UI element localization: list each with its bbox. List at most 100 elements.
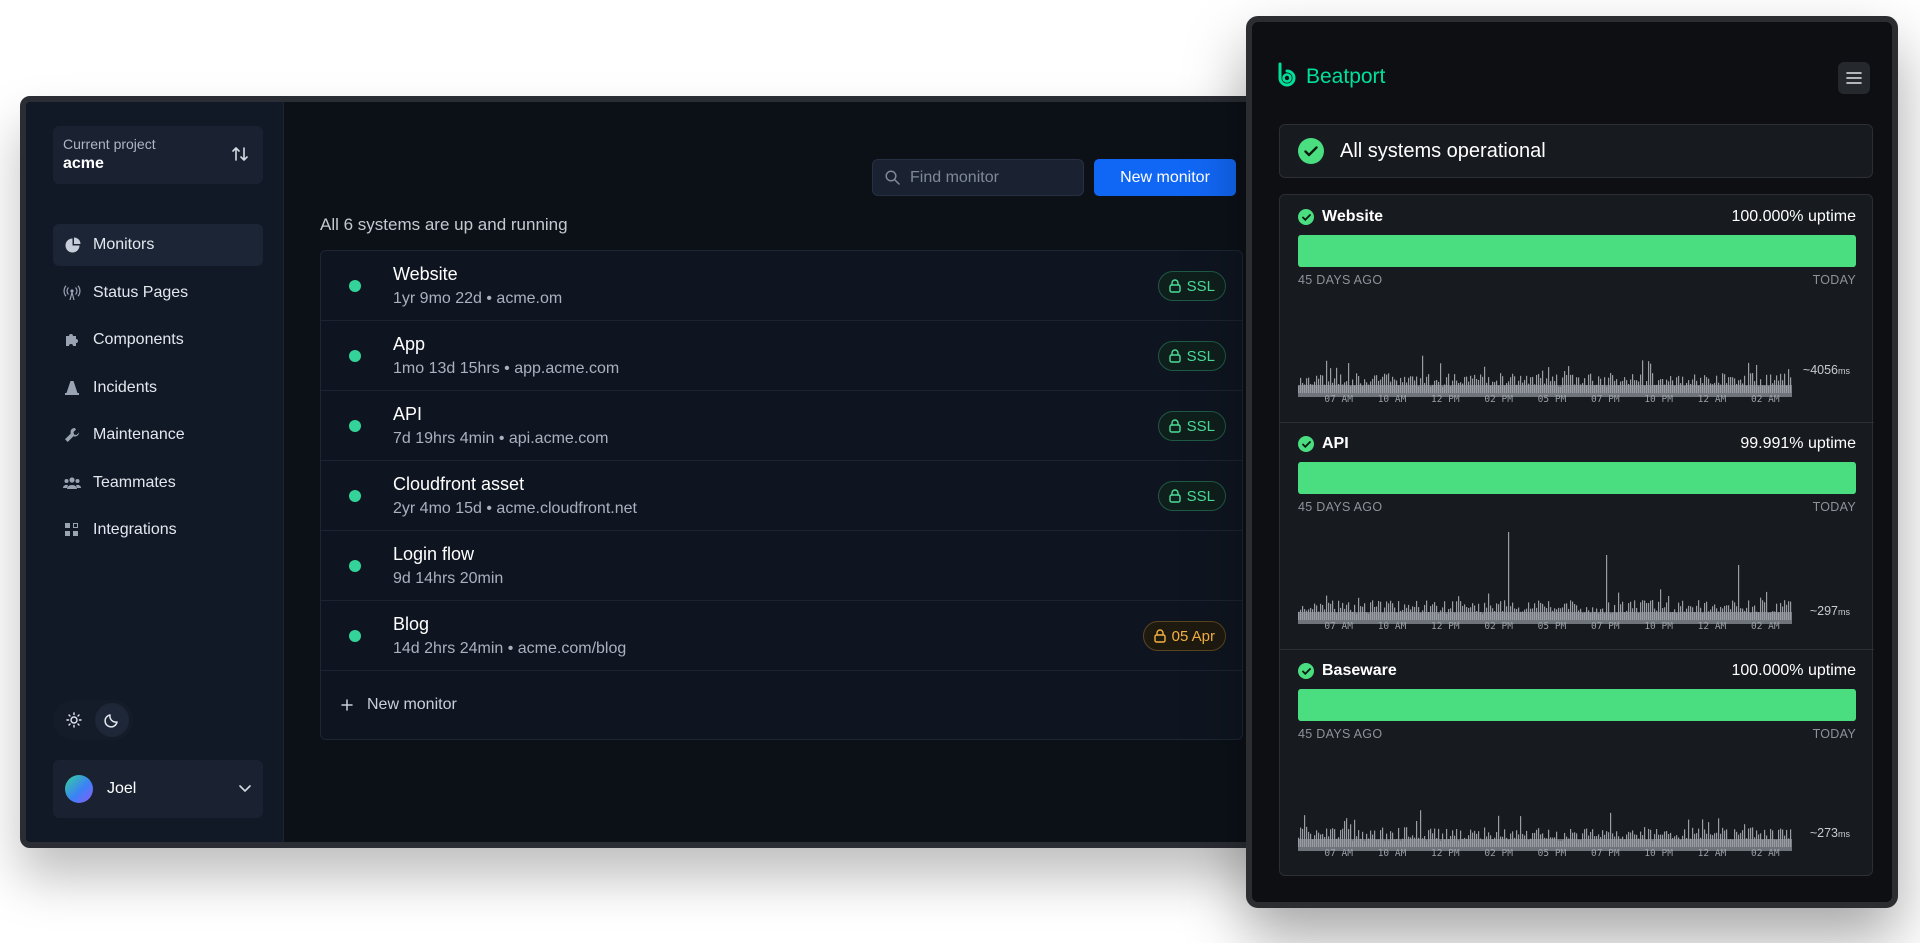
brand-logo[interactable]: Beatport [1276, 62, 1385, 92]
new-monitor-button[interactable]: New monitor [1094, 159, 1236, 196]
monitor-row-blog[interactable]: Blog 14d 2hrs 24min • acme.com/blog 05 A… [321, 601, 1242, 671]
uptime-day-bar[interactable] [1348, 689, 1360, 721]
monitor-row-login-flow[interactable]: Login flow 9d 14hrs 20min [321, 531, 1242, 601]
uptime-day-bar[interactable] [1410, 235, 1422, 267]
uptime-day-bar[interactable] [1348, 235, 1360, 267]
uptime-day-bar[interactable] [1670, 235, 1682, 267]
uptime-day-bar[interactable] [1621, 235, 1632, 267]
uptime-day-bar[interactable] [1683, 462, 1694, 494]
uptime-day-bar[interactable] [1683, 689, 1694, 721]
uptime-day-bar[interactable] [1336, 689, 1347, 721]
uptime-day-bar[interactable] [1745, 235, 1756, 267]
uptime-day-bar[interactable] [1398, 235, 1409, 267]
uptime-day-bar[interactable] [1695, 235, 1707, 267]
uptime-day-bar[interactable] [1720, 235, 1732, 267]
monitor-row-api[interactable]: API 7d 19hrs 4min • api.acme.com SSL [321, 391, 1242, 461]
uptime-day-bar[interactable] [1608, 689, 1620, 721]
uptime-day-bar[interactable] [1385, 689, 1397, 721]
uptime-day-bar[interactable] [1695, 689, 1707, 721]
uptime-day-bar[interactable] [1360, 689, 1372, 721]
hamburger-menu-button[interactable] [1838, 62, 1870, 94]
uptime-day-bar[interactable] [1385, 462, 1397, 494]
uptime-day-bar[interactable] [1832, 689, 1843, 721]
sidebar-item-teammates[interactable]: Teammates [53, 462, 263, 504]
uptime-day-bar[interactable] [1621, 689, 1632, 721]
uptime-day-bar[interactable] [1410, 689, 1422, 721]
sidebar-item-integrations[interactable]: Integrations [53, 509, 263, 551]
uptime-day-bar[interactable] [1745, 689, 1756, 721]
uptime-day-bar[interactable] [1708, 235, 1719, 267]
uptime-day-bar[interactable] [1832, 462, 1843, 494]
uptime-day-bar[interactable] [1559, 235, 1570, 267]
uptime-day-bar[interactable] [1447, 689, 1459, 721]
uptime-day-bar[interactable] [1646, 235, 1657, 267]
monitor-row-cloudfront-asset[interactable]: Cloudfront asset 2yr 4mo 15d • acme.clou… [321, 461, 1242, 531]
uptime-day-bar[interactable] [1546, 235, 1558, 267]
uptime-day-bar[interactable] [1658, 235, 1670, 267]
uptime-day-bar[interactable] [1608, 235, 1620, 267]
search-input[interactable] [910, 168, 1070, 187]
uptime-day-bar[interactable] [1819, 462, 1831, 494]
uptime-day-bar[interactable] [1460, 689, 1471, 721]
uptime-day-bar[interactable] [1484, 689, 1496, 721]
uptime-day-bar[interactable] [1298, 235, 1310, 267]
uptime-day-bar[interactable] [1546, 689, 1558, 721]
uptime-day-bar[interactable] [1708, 689, 1719, 721]
uptime-day-bar[interactable] [1608, 462, 1620, 494]
uptime-day-bar[interactable] [1509, 235, 1521, 267]
uptime-day-bar[interactable] [1757, 689, 1769, 721]
uptime-day-bar[interactable] [1534, 235, 1546, 267]
uptime-day-bar[interactable] [1646, 462, 1657, 494]
uptime-day-bar[interactable] [1794, 462, 1806, 494]
uptime-day-bar[interactable] [1360, 462, 1372, 494]
uptime-day-bar[interactable] [1522, 235, 1533, 267]
uptime-day-bar[interactable] [1398, 689, 1409, 721]
uptime-day-bar[interactable] [1646, 689, 1657, 721]
uptime-day-bar[interactable] [1336, 462, 1347, 494]
uptime-day-bar[interactable] [1844, 689, 1856, 721]
uptime-day-bar[interactable] [1311, 235, 1322, 267]
uptime-day-bar[interactable] [1323, 462, 1335, 494]
uptime-day-bar[interactable] [1373, 235, 1384, 267]
uptime-day-bar[interactable] [1596, 689, 1608, 721]
add-monitor-row[interactable]: New monitor [321, 671, 1242, 739]
sidebar-item-monitors[interactable]: Monitors [53, 224, 263, 266]
uptime-day-bar[interactable] [1323, 235, 1335, 267]
user-menu[interactable]: Joel [53, 760, 263, 818]
uptime-day-bar[interactable] [1745, 462, 1756, 494]
uptime-day-bar[interactable] [1807, 689, 1818, 721]
uptime-day-bar[interactable] [1658, 462, 1670, 494]
uptime-day-bar[interactable] [1670, 689, 1682, 721]
uptime-day-bar[interactable] [1732, 235, 1744, 267]
uptime-day-bar[interactable] [1373, 462, 1384, 494]
uptime-day-bar[interactable] [1385, 235, 1397, 267]
uptime-day-bar[interactable] [1398, 462, 1409, 494]
uptime-day-bar[interactable] [1633, 689, 1645, 721]
uptime-day-bar[interactable] [1584, 689, 1595, 721]
uptime-day-bar[interactable] [1546, 462, 1558, 494]
uptime-day-bar[interactable] [1497, 235, 1508, 267]
uptime-day-bar[interactable] [1621, 462, 1632, 494]
uptime-day-bar[interactable] [1782, 462, 1794, 494]
uptime-day-bar[interactable] [1708, 462, 1719, 494]
uptime-day-bar[interactable] [1447, 235, 1459, 267]
uptime-day-bar[interactable] [1360, 235, 1372, 267]
uptime-day-bar[interactable] [1584, 235, 1595, 267]
uptime-day-bar[interactable] [1484, 462, 1496, 494]
uptime-day-bar[interactable] [1819, 689, 1831, 721]
sidebar-item-status-pages[interactable]: Status Pages [53, 272, 263, 314]
uptime-day-bar[interactable] [1720, 462, 1732, 494]
search-box[interactable] [872, 159, 1084, 196]
uptime-day-bar[interactable] [1844, 235, 1856, 267]
uptime-day-bar[interactable] [1460, 462, 1471, 494]
uptime-day-bar[interactable] [1435, 689, 1446, 721]
uptime-day-bar[interactable] [1348, 462, 1360, 494]
uptime-day-bar[interactable] [1509, 689, 1521, 721]
uptime-day-bar[interactable] [1782, 235, 1794, 267]
uptime-day-bar[interactable] [1534, 689, 1546, 721]
uptime-day-bar[interactable] [1435, 235, 1446, 267]
uptime-day-bar[interactable] [1559, 462, 1570, 494]
dark-mode-button[interactable] [95, 703, 129, 737]
uptime-day-bar[interactable] [1658, 689, 1670, 721]
uptime-day-bar[interactable] [1770, 462, 1781, 494]
